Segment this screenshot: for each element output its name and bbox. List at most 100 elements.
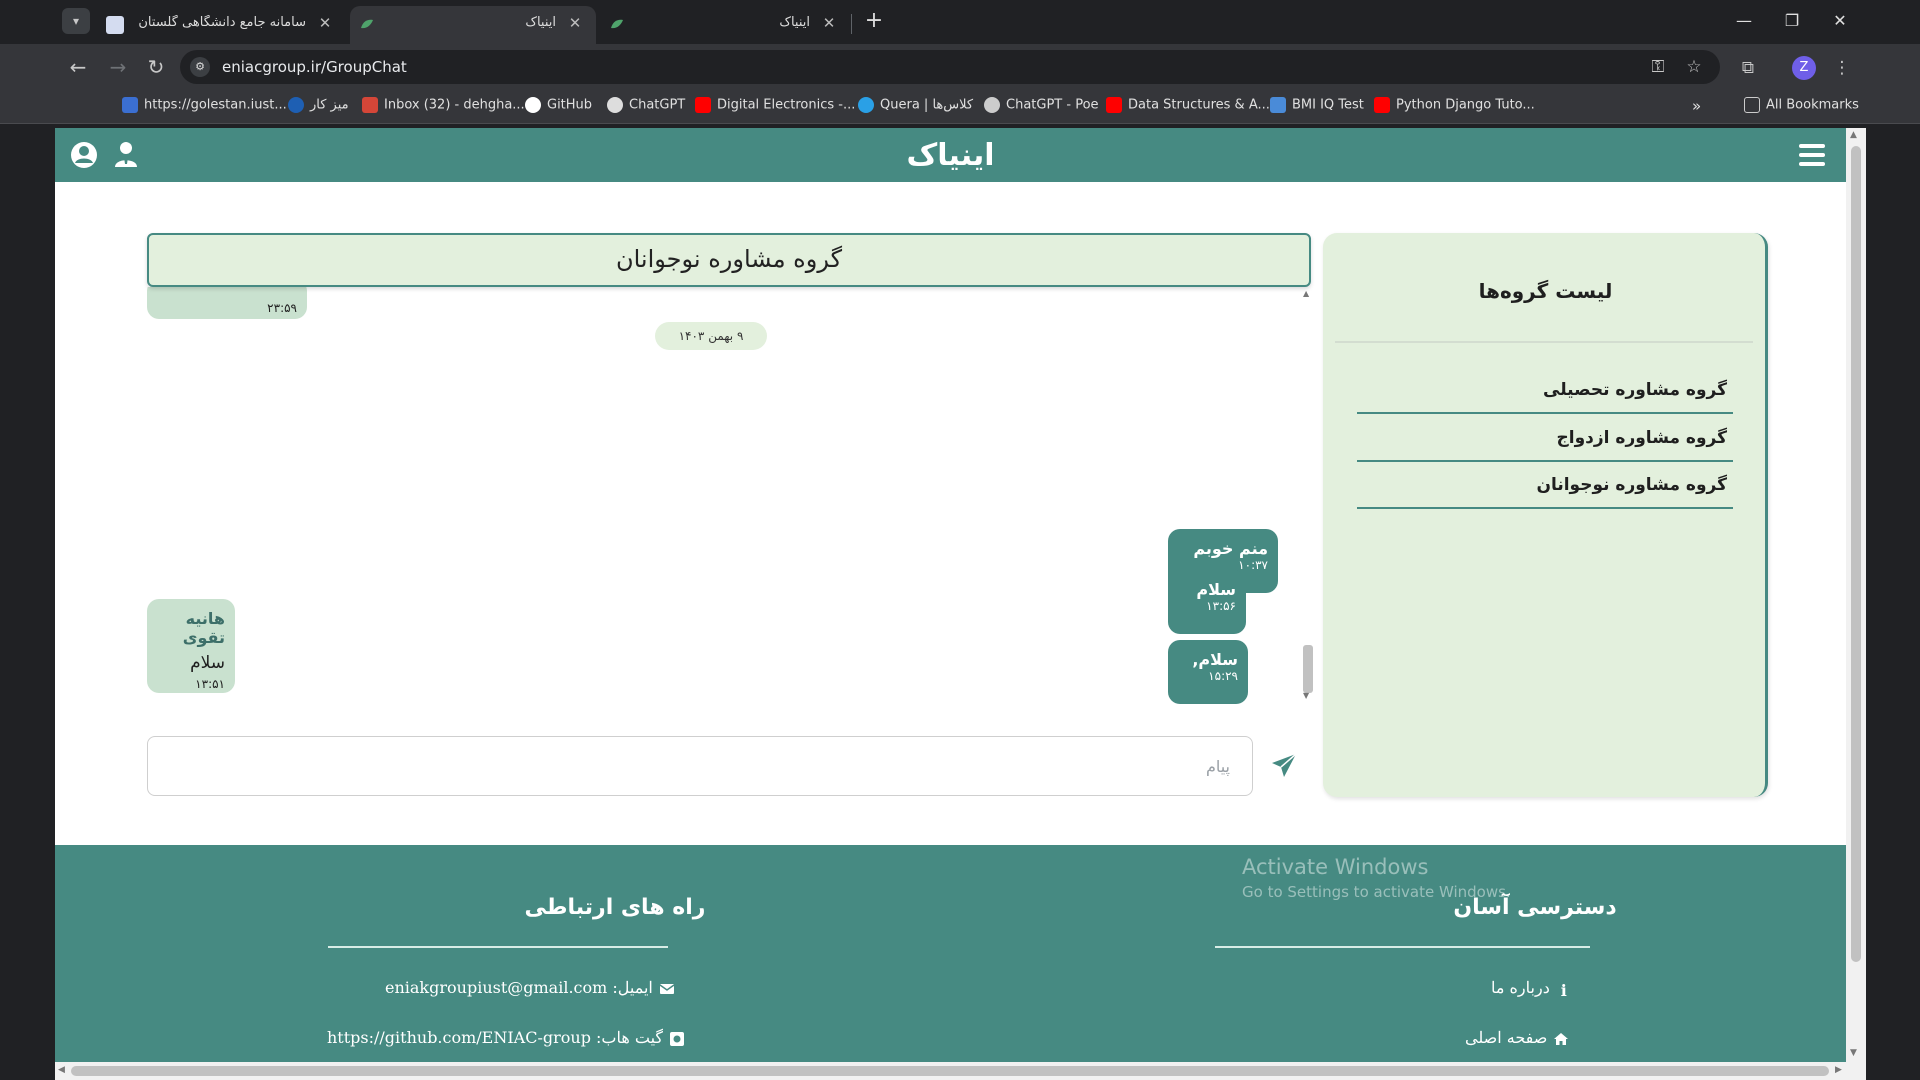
github-icon (525, 97, 541, 113)
tab-title: سامانه جامع دانشگاهی گلستان - (136, 15, 306, 30)
home-icon (1554, 1032, 1569, 1045)
message-sender: هانیه تقوی (182, 609, 225, 647)
all-bookmarks-button[interactable]: All Bookmarks (1744, 97, 1859, 117)
message-bubble-partial: ۲۳:۵۹ (147, 287, 307, 319)
windows-activation-watermark: Activate Windows Go to Settings to activ… (1242, 855, 1511, 901)
site-header: اینیاک (55, 128, 1846, 182)
youtube-icon (1374, 97, 1390, 113)
bookmark-digital-electronics[interactable]: Digital Electronics -... (695, 97, 855, 117)
close-tab-icon[interactable]: ✕ (316, 14, 334, 32)
browser-menu-kebab-icon[interactable]: ⋮ (1830, 56, 1854, 80)
message-bubble-outgoing: سلام ۱۳:۵۶ (1168, 570, 1246, 634)
message-text: سلام (1196, 580, 1236, 599)
github-contact[interactable]: گیت هاب: https://github.com/ENIAC-group (327, 1028, 685, 1047)
about-label: درباره ما (1491, 978, 1550, 997)
tab-golestan[interactable]: سامانه جامع دانشگاهی گلستان - ✕ (98, 6, 346, 44)
browser-tab-strip: ▾ سامانه جامع دانشگاهی گلستان - ✕ اینیاک… (0, 0, 1920, 44)
message-bubble-outgoing: سلام, ۱۵:۲۹ (1168, 640, 1248, 704)
bookmark-poe[interactable]: ChatGPT - Poe (984, 97, 1099, 117)
bookmark-star-icon[interactable]: ☆ (1682, 55, 1706, 79)
quera-icon (858, 97, 874, 113)
messages-scrollbar[interactable]: ▲ ▼ (1301, 287, 1315, 703)
scroll-up-arrow-icon[interactable]: ▲ (1850, 130, 1857, 140)
message-input[interactable] (147, 736, 1253, 796)
scroll-right-arrow-icon[interactable]: ▶ (1835, 1065, 1842, 1075)
tab-search-button[interactable]: ▾ (62, 8, 90, 34)
tab-title: اینیاک (779, 15, 810, 30)
forward-arrow-icon[interactable]: → (104, 54, 132, 82)
send-paper-plane-icon[interactable] (1266, 748, 1302, 784)
gmail-icon (362, 97, 378, 113)
tab-title: اینیاک (525, 15, 556, 30)
chat-group-title: گروه مشاوره نوجوانان (147, 233, 1311, 287)
message-bubble-incoming: هانیه تقوی سلام ۱۳:۵۱ (147, 599, 235, 693)
groups-list-panel: لیست گروه‌ها گروه مشاوره تحصیلی گروه مشا… (1323, 233, 1768, 797)
page-vertical-scrollbar[interactable]: ▲ ▼ (1846, 128, 1866, 1062)
tab-separator (851, 14, 852, 34)
bookmarks-bar: ⊞ https://golestan.iust... میز کار Inbox… (0, 90, 1920, 207)
site-title[interactable]: اینیاک (55, 138, 1846, 173)
scroll-down-arrow-icon[interactable]: ▼ (1850, 1048, 1857, 1058)
tab-eniac[interactable]: اینیاک ✕ (600, 6, 850, 44)
password-key-icon[interactable]: ⚿ (1646, 55, 1670, 79)
home-label: صفحه اصلی (1465, 1028, 1548, 1047)
profile-avatar[interactable]: Z (1792, 56, 1816, 80)
hamburger-menu-icon[interactable] (1799, 144, 1825, 166)
poe-icon (984, 97, 1000, 113)
reload-icon[interactable]: ↻ (142, 54, 170, 82)
group-item-teenagers[interactable]: گروه مشاوره نوجوانان (1357, 463, 1733, 509)
minimize-window-button[interactable]: — (1724, 6, 1764, 36)
close-tab-icon[interactable]: ✕ (820, 14, 838, 32)
address-bar[interactable]: ⚙ eniacgroup.ir/GroupChat ⚿ ☆ (180, 50, 1720, 84)
restore-window-button[interactable]: ❐ (1772, 6, 1812, 36)
about-link[interactable]: i درباره ما (1491, 978, 1572, 1000)
eniac-leaf-favicon-icon (611, 19, 623, 29)
contact-title: راه های ارتباطی (524, 895, 706, 920)
divider (1215, 946, 1590, 948)
info-icon: i (1560, 980, 1567, 1000)
group-item-marriage[interactable]: گروه مشاوره ازدواج (1357, 416, 1733, 462)
close-tab-icon[interactable]: ✕ (566, 14, 584, 32)
bookmark-github[interactable]: GitHub (525, 97, 592, 117)
scrollbar-thumb[interactable] (1851, 146, 1861, 962)
groups-list-title: لیست گروه‌ها (1478, 279, 1613, 303)
scroll-up-arrow-icon[interactable]: ▲ (1303, 289, 1309, 298)
home-link[interactable]: صفحه اصلی (1465, 1028, 1569, 1047)
email-text: ایمیل: eniakgroupiust@gmail.com (385, 978, 653, 997)
scrollbar-thumb[interactable] (71, 1066, 1829, 1076)
site-settings-icon[interactable]: ⚙ (190, 57, 210, 77)
message-text: سلام (190, 653, 225, 673)
divider (1335, 341, 1753, 343)
bookmark-mizkar[interactable]: میز کار (288, 97, 349, 117)
new-tab-button[interactable]: + (860, 8, 888, 36)
scroll-left-arrow-icon[interactable]: ◀ (58, 1065, 65, 1075)
bookmark-golestan[interactable]: https://golestan.iust... (122, 97, 287, 117)
github-square-icon (670, 1031, 685, 1046)
message-time: ۲۳:۵۹ (267, 301, 297, 315)
bookmark-quera[interactable]: Quera | کلاس‌ها (858, 97, 973, 117)
message-time: ۱۳:۵۶ (1206, 599, 1236, 613)
bookmark-data-structures[interactable]: Data Structures & A... (1106, 97, 1270, 117)
close-window-button[interactable]: ✕ (1820, 6, 1860, 36)
extensions-puzzle-icon[interactable]: ⧉ (1736, 56, 1760, 80)
youtube-icon (695, 97, 711, 113)
email-contact[interactable]: ایمیل: eniakgroupiust@gmail.com (385, 978, 675, 997)
tab-eniac-active[interactable]: اینیاک ✕ (350, 6, 596, 44)
scrollbar-thumb[interactable] (1303, 645, 1313, 693)
scroll-down-arrow-icon[interactable]: ▼ (1303, 691, 1309, 700)
folder-icon (1744, 97, 1760, 113)
bookmark-chatgpt[interactable]: ChatGPT (607, 97, 685, 117)
page-horizontal-scrollbar[interactable]: ◀ ▶ (55, 1062, 1866, 1080)
watermark-line-1: Activate Windows (1242, 855, 1429, 879)
site-footer: دسترسی آسان راه های ارتباطی iدرباره ما ص… (55, 845, 1846, 1062)
group-item-academic[interactable]: گروه مشاوره تحصیلی (1357, 368, 1733, 414)
bookmark-bmi-iq[interactable]: BMI IQ Test (1270, 97, 1364, 117)
message-text: سلام, (1192, 650, 1238, 669)
watermark-line-2: Go to Settings to activate Windows. (1242, 883, 1511, 901)
bookmark-inbox[interactable]: Inbox (32) - dehgha... (362, 97, 525, 117)
golestan-favicon-icon (106, 16, 124, 34)
bookmark-django[interactable]: Python Django Tuto... (1374, 97, 1535, 117)
more-bookmarks-chevron-icon[interactable]: » (1692, 97, 1701, 117)
back-arrow-icon[interactable]: ← (64, 54, 92, 82)
envelope-icon (659, 983, 675, 994)
